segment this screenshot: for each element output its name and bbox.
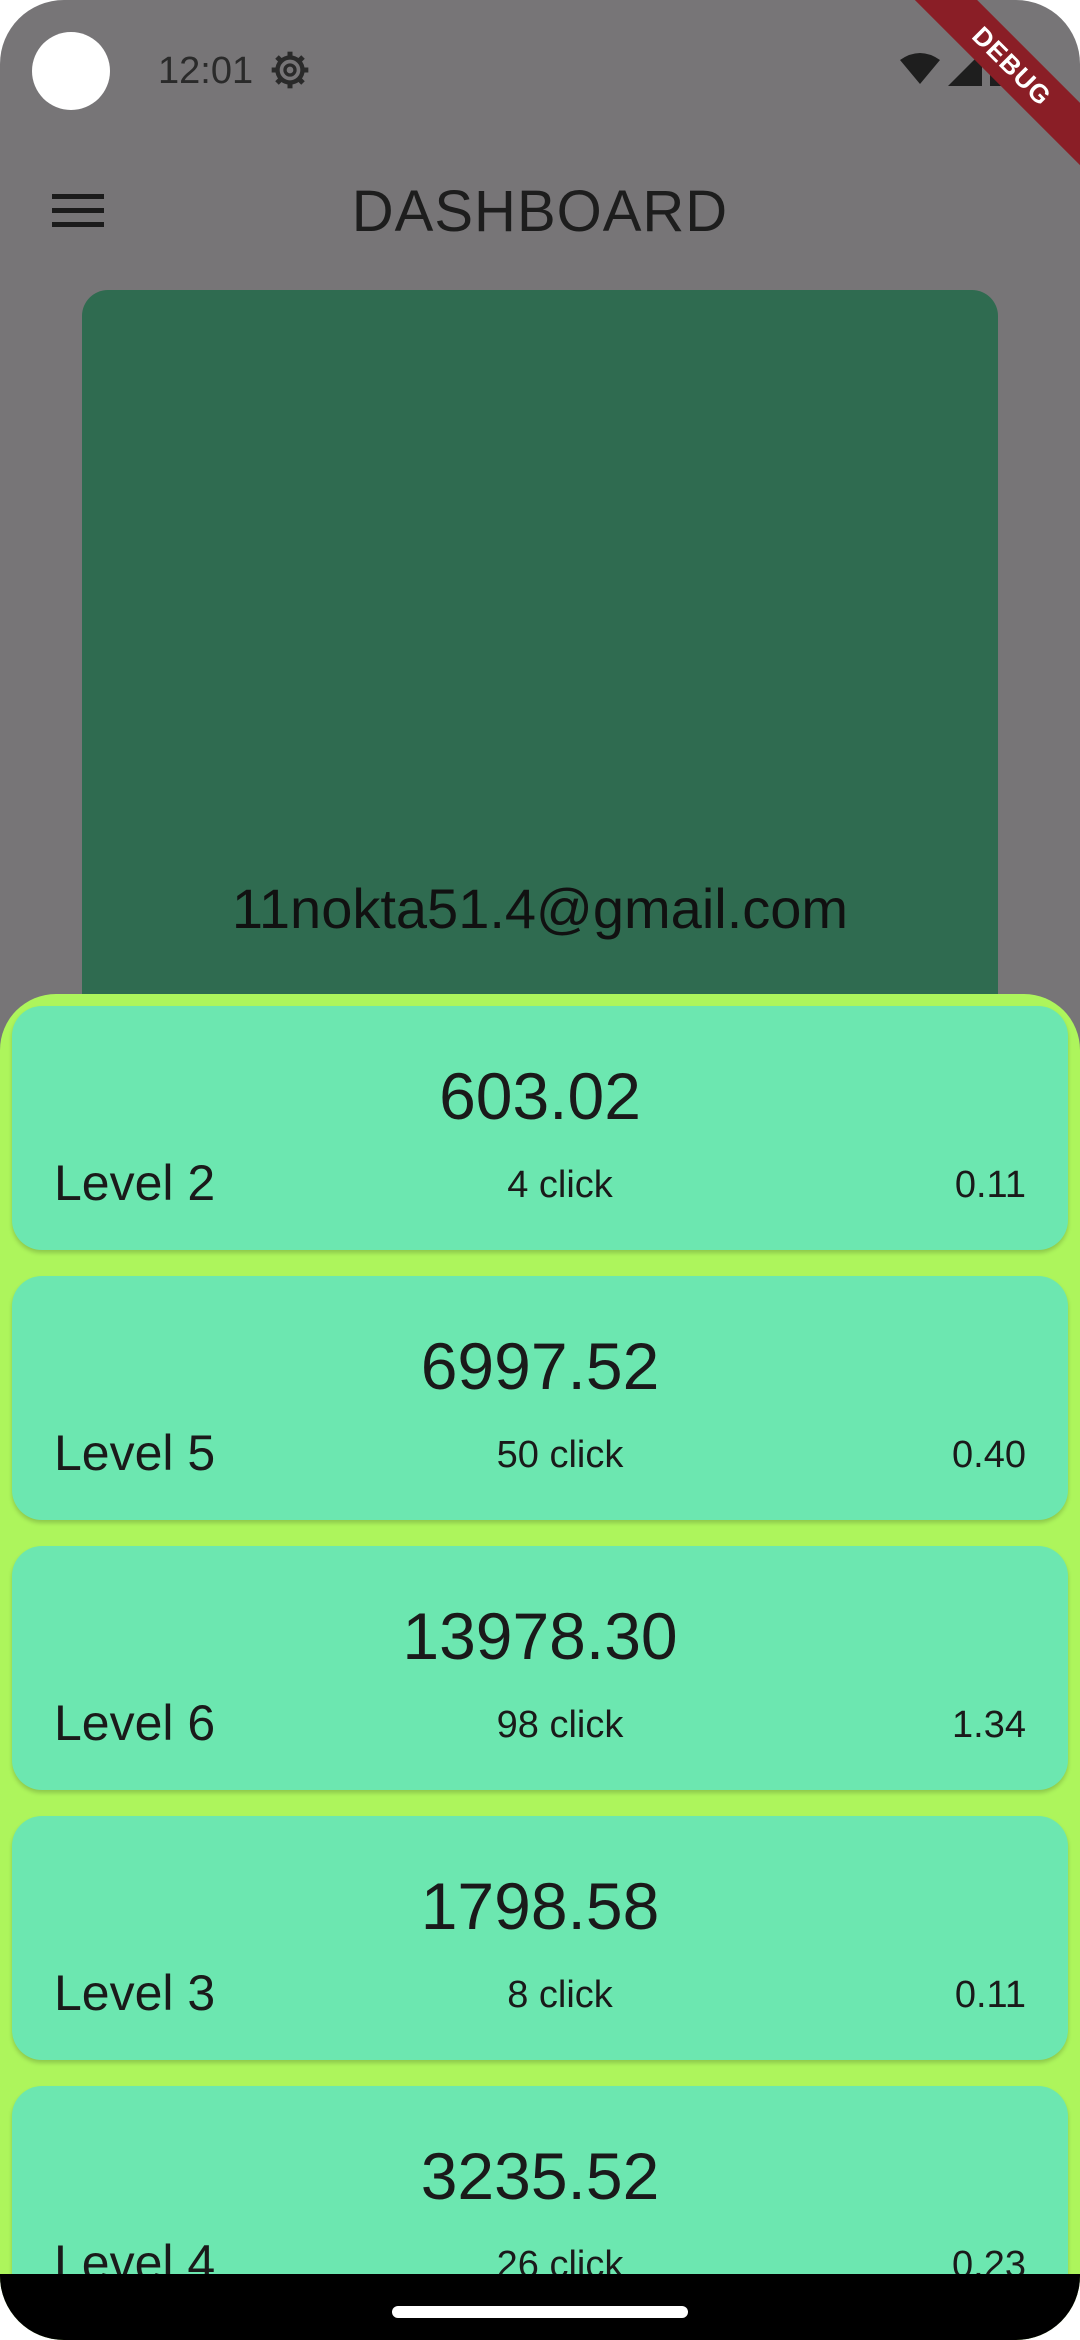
debug-banner: DEBUG [904, 0, 1080, 174]
profile-card: 11nokta51.4@gmail.com [82, 290, 998, 1050]
system-navigation-bar [0, 2274, 1080, 2340]
page-title: DASHBOARD [351, 179, 729, 244]
home-indicator[interactable] [392, 2306, 688, 2318]
level-rate: 0.40 [952, 1434, 1026, 1476]
status-bar: 12:01 DEBUG [0, 0, 1080, 174]
level-amount: 1798.58 [420, 1869, 660, 1943]
level-rate: 1.34 [952, 1704, 1026, 1746]
settings-icon [271, 51, 309, 89]
level-rate: 0.11 [954, 1974, 1026, 2016]
level-clicks: 8 click [507, 1974, 613, 2016]
level-card[interactable]: 13978.30 Level 6 98 click 1.34 [12, 1546, 1068, 1790]
level-card[interactable]: 6997.52 Level 5 50 click 0.40 [12, 1276, 1068, 1520]
level-clicks: 4 click [507, 1164, 613, 1206]
app-bar: DASHBOARD [0, 150, 1080, 270]
status-time: 12:01 [158, 50, 254, 92]
user-email: 11nokta51.4@gmail.com [231, 877, 849, 940]
level-amount: 3235.52 [420, 2139, 660, 2213]
level-amount: 603.02 [439, 1059, 641, 1133]
wifi-icon [900, 53, 940, 84]
level-amount: 6997.52 [420, 1329, 660, 1403]
phone-screen: 12:01 DEBUG DASHBOARD 11nokta51.4@gmail.… [0, 0, 1080, 2340]
level-clicks: 98 click [496, 1704, 624, 1746]
levels-sheet[interactable]: 603.02 Level 2 4 click 0.11 6997.52 Leve… [0, 994, 1080, 2340]
level-amount: 13978.30 [402, 1599, 678, 1673]
camera-cutout [32, 32, 110, 110]
level-rate: 0.11 [954, 1164, 1026, 1206]
level-card[interactable]: 603.02 Level 2 4 click 0.11 [12, 1006, 1068, 1250]
level-clicks: 50 click [496, 1434, 624, 1476]
level-card[interactable]: 1798.58 Level 3 8 click 0.11 [12, 1816, 1068, 2060]
